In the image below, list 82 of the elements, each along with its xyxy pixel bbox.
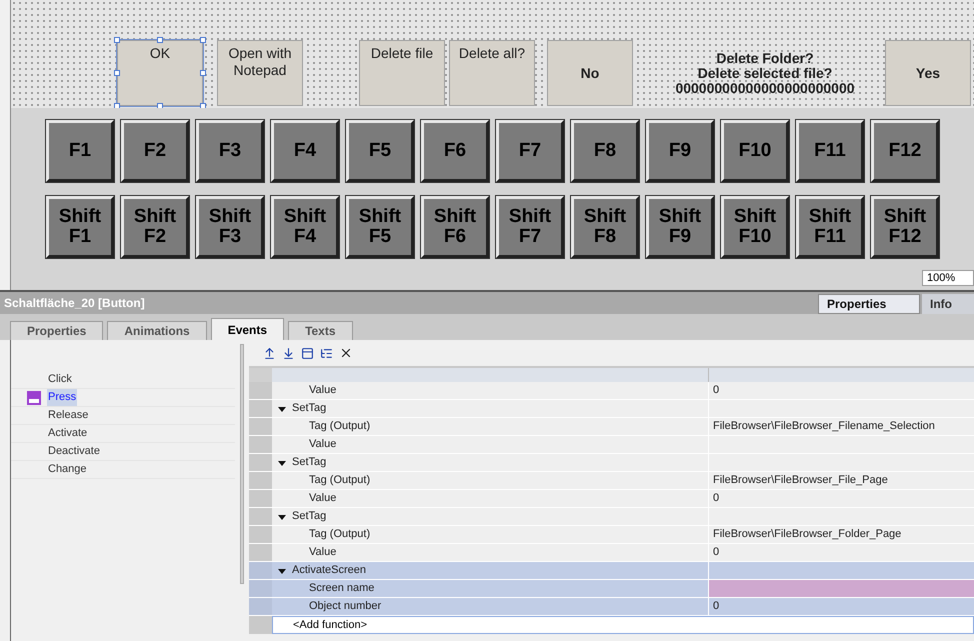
function-key[interactable]: F4 — [271, 120, 339, 182]
move-down-icon[interactable] — [282, 346, 295, 360]
function-key[interactable]: Shift F9 — [646, 196, 714, 258]
function-name: SetTag — [292, 455, 326, 470]
zoom-field[interactable]: 100% — [922, 270, 974, 286]
function-key[interactable]: Shift F10 — [721, 196, 789, 258]
parameter-name: Tag (Output) — [308, 473, 370, 488]
event-item[interactable]: Release — [47, 407, 90, 424]
name-cell[interactable]: Screen name — [272, 580, 709, 597]
script-icon — [27, 390, 41, 404]
name-cell[interactable]: ActivateScreen — [272, 562, 709, 579]
expanded-arrow-icon[interactable] — [278, 512, 286, 520]
selection-handle[interactable] — [200, 37, 206, 43]
expanded-arrow-icon[interactable] — [278, 404, 286, 412]
function-name: ActivateScreen — [292, 563, 366, 578]
delete-icon[interactable] — [339, 346, 353, 360]
function-key[interactable]: F8 — [571, 120, 639, 182]
side-tab[interactable]: Properties — [818, 294, 920, 314]
function-key[interactable]: Shift F3 — [196, 196, 264, 258]
hmi-button[interactable]: Delete all? — [449, 40, 535, 106]
dialog-message: Delete selected file? — [698, 66, 832, 80]
function-key[interactable]: Shift F1 — [46, 196, 114, 258]
expanded-arrow-icon[interactable] — [278, 566, 286, 574]
tab[interactable]: Events — [210, 318, 284, 340]
dialog-number: 00000000000000000000000 — [675, 80, 855, 96]
tab[interactable]: Animations — [107, 321, 207, 340]
parameter-name: Value — [308, 437, 336, 452]
function-key[interactable]: Shift F11 — [796, 196, 864, 258]
add-function-field[interactable]: <Add function> — [272, 616, 974, 634]
parameter-name: Object number — [308, 599, 382, 614]
function-key[interactable]: Shift F5 — [346, 196, 414, 258]
event-item[interactable]: Click — [47, 371, 73, 388]
function-key[interactable]: Shift F4 — [271, 196, 339, 258]
hmi-button[interactable]: Open with Notepad — [217, 40, 303, 106]
event-item[interactable]: Activate — [47, 425, 88, 442]
tab[interactable]: Texts — [288, 321, 353, 340]
selection-handle[interactable] — [114, 37, 120, 43]
function-key[interactable]: F6 — [421, 120, 489, 182]
selection-handle[interactable] — [200, 70, 206, 76]
function-name: SetTag — [292, 401, 326, 416]
hmi-button[interactable]: Delete file — [359, 40, 445, 106]
parameter-name: Value — [308, 545, 336, 560]
inspector-title: Schaltfläche_20 [Button] — [4, 295, 145, 312]
move-up-icon[interactable] — [263, 346, 276, 360]
function-key[interactable]: Shift F8 — [571, 196, 639, 258]
name-cell[interactable]: Object number — [272, 598, 709, 615]
selection-handle[interactable] — [114, 70, 120, 76]
argument-cell[interactable]: 0 — [709, 598, 974, 615]
parameter-name: Value — [308, 491, 336, 506]
panel-icon[interactable] — [301, 346, 314, 360]
hmi-button[interactable]: No — [547, 40, 633, 106]
parameter-name: Tag (Output) — [308, 527, 370, 542]
hmi-button[interactable]: OK — [117, 40, 203, 106]
selection-handle[interactable] — [157, 37, 163, 43]
function-key[interactable]: F12 — [871, 120, 939, 182]
function-key[interactable]: F11 — [796, 120, 864, 182]
argument-cell[interactable] — [709, 580, 974, 597]
function-key[interactable]: F1 — [46, 120, 114, 182]
parameter-name: Tag (Output) — [308, 419, 370, 434]
function-key[interactable]: F5 — [346, 120, 414, 182]
function-key[interactable]: F7 — [496, 120, 564, 182]
tab[interactable]: Properties — [10, 321, 104, 340]
side-tab[interactable]: Info — [922, 294, 974, 314]
argument-cell[interactable] — [709, 562, 974, 579]
parameter-name: Value — [308, 383, 336, 398]
dialog-title: Delete Folder? — [716, 50, 814, 66]
function-name: SetTag — [292, 509, 326, 524]
expanded-arrow-icon[interactable] — [278, 458, 286, 466]
function-key[interactable]: Shift F12 — [871, 196, 939, 258]
list-icon[interactable] — [320, 346, 333, 360]
parameter-name: Screen name — [308, 581, 374, 596]
function-key[interactable]: F9 — [646, 120, 714, 182]
function-key[interactable]: F2 — [121, 120, 189, 182]
event-item[interactable]: Press — [47, 389, 78, 406]
function-key[interactable]: Shift F2 — [121, 196, 189, 258]
function-key[interactable]: F10 — [721, 120, 789, 182]
function-key[interactable]: Shift F7 — [496, 196, 564, 258]
function-key[interactable]: F3 — [196, 120, 264, 182]
event-item[interactable]: Change — [47, 461, 88, 478]
function-key[interactable]: Shift F6 — [421, 196, 489, 258]
event-item[interactable]: Deactivate — [47, 443, 101, 460]
hmi-button[interactable]: Yes — [885, 40, 971, 106]
